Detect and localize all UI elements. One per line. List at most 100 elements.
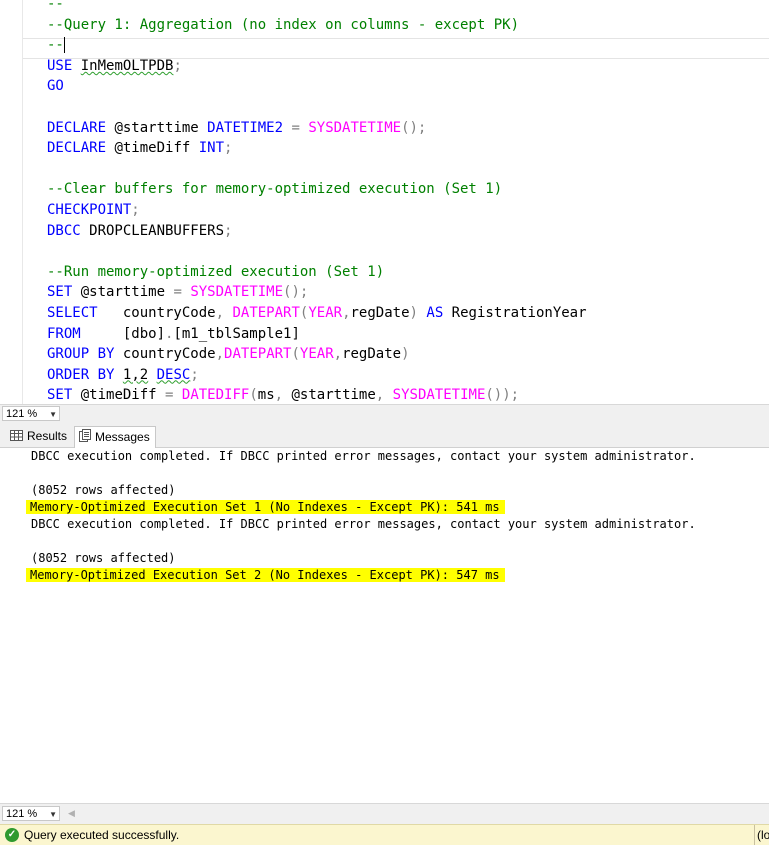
message-line: Memory-Optimized Execution Set 1 (No Ind…: [26, 499, 696, 516]
code-token: 1,2: [122, 366, 149, 383]
editor-zoom-bar: 121 % ▼: [0, 404, 769, 423]
chevron-down-icon: ▼: [49, 810, 57, 819]
code-token: SELECT: [47, 304, 98, 321]
grid-icon: [10, 427, 23, 447]
scroll-left-icon[interactable]: ◀: [68, 808, 75, 819]
code-line: DBCC DROPCLEANBUFFERS;: [47, 221, 587, 242]
code-line: --Run memory-optimized execution (Set 1): [47, 262, 587, 283]
messages-pane[interactable]: DBCC execution completed. If DBCC printe…: [0, 448, 769, 803]
code-token: DATEPART: [224, 346, 292, 363]
code-line: SELECT countryCode, DATEPART(YEAR,regDat…: [47, 303, 587, 324]
code-line: --Query 1: Aggregation (no index on colu…: [47, 15, 587, 36]
code-token: DATEPART: [232, 304, 300, 321]
code-token: (: [291, 346, 300, 363]
message-line: DBCC execution completed. If DBCC printe…: [31, 448, 696, 465]
code-token: ORDER: [47, 366, 90, 383]
code-token: ();: [401, 119, 427, 136]
message-line: [31, 465, 696, 482]
results-tabstrip: Results Messages: [0, 423, 769, 448]
code-token: USE: [47, 57, 73, 74]
code-token: DESC: [156, 366, 191, 383]
code-line: ORDER BY 1,2 DESC;: [47, 365, 587, 386]
code-token: ): [401, 346, 410, 363]
messages-text: DBCC execution completed. If DBCC printe…: [26, 448, 696, 584]
code-token: ;: [190, 366, 199, 383]
code-token: DATETIME2: [207, 119, 284, 136]
code-token: ,: [215, 346, 225, 363]
code-token: @starttime: [72, 284, 174, 301]
code-token: SYSDATETIME: [392, 387, 486, 404]
code-token: ;: [131, 201, 140, 218]
code-token: BY: [97, 346, 115, 363]
code-line: FROM [dbo].[m1_tblSample1]: [47, 324, 587, 345]
chevron-down-icon: ▼: [49, 410, 57, 419]
code-token: ,: [215, 304, 225, 321]
tab-messages-label: Messages: [95, 430, 150, 444]
code-line: --: [47, 0, 587, 15]
code-token: ,: [274, 387, 284, 404]
code-line: GROUP BY countryCode,DATEPART(YEAR,regDa…: [47, 344, 587, 365]
code-token: CHECKPOINT: [47, 201, 132, 218]
status-right-text: (lo: [754, 825, 769, 845]
message-line: (8052 rows affected): [31, 550, 696, 567]
code-token: regDate: [342, 346, 402, 363]
code-token: SYSDATETIME: [190, 284, 284, 301]
message-line: DBCC execution completed. If DBCC printe…: [31, 516, 696, 533]
code-token: regDate: [350, 304, 410, 321]
code-token: ,: [375, 387, 385, 404]
message-text: DBCC execution completed. If DBCC printe…: [31, 517, 696, 531]
message-line: Memory-Optimized Execution Set 2 (No Ind…: [26, 567, 696, 584]
message-line: [31, 533, 696, 550]
text-caret: [63, 37, 65, 54]
code-area[interactable]: -- --Query 1: Aggregation (no index on co…: [47, 0, 587, 404]
code-token: ,: [342, 304, 351, 321]
code-token: ;: [173, 57, 182, 74]
code-line: SET @timeDiff = DATEDIFF(ms, @starttime,…: [47, 385, 587, 404]
code-token: BY: [97, 366, 115, 383]
code-token: DBCC: [47, 222, 81, 239]
message-text: (8052 rows affected): [31, 551, 176, 565]
code-token: FROM: [47, 325, 81, 342]
message-line: (8052 rows affected): [31, 482, 696, 499]
highlighted-message: Memory-Optimized Execution Set 2 (No Ind…: [26, 568, 505, 582]
code-token: GROUP: [47, 346, 90, 363]
code-token: InMemOLTPDB: [80, 57, 174, 74]
code-token: DECLARE: [47, 119, 107, 136]
code-token: ;: [224, 140, 233, 157]
code-token: ): [409, 304, 418, 321]
tab-results[interactable]: Results: [6, 426, 72, 447]
code-token: @starttime: [283, 387, 376, 404]
code-token: DATEDIFF: [181, 387, 250, 404]
code-token: (: [249, 387, 258, 404]
code-line: DECLARE @timeDiff INT;: [47, 138, 587, 159]
highlighted-message: Memory-Optimized Execution Set 1 (No Ind…: [26, 500, 505, 514]
tab-messages[interactable]: Messages: [74, 426, 156, 448]
editor-zoom-select[interactable]: 121 % ▼: [2, 406, 60, 421]
code-token: SET: [47, 284, 73, 301]
code-token: @timeDiff: [72, 387, 166, 404]
messages-icon: [79, 428, 91, 448]
code-token: ms: [257, 387, 275, 404]
code-token: countryCode: [97, 304, 216, 321]
code-token: AS: [426, 304, 444, 321]
status-bar: ✓ Query executed successfully. (lo: [0, 824, 769, 845]
query-editor[interactable]: -- --Query 1: Aggregation (no index on co…: [0, 0, 769, 404]
code-token: [m1_tblSample1]: [173, 325, 300, 342]
code-token: DECLARE: [47, 140, 107, 157]
results-zoom-select[interactable]: 121 % ▼: [2, 806, 60, 821]
code-token: YEAR: [299, 346, 334, 363]
results-zoom-value: 121 %: [6, 808, 38, 820]
tab-results-label: Results: [27, 429, 68, 443]
code-token: YEAR: [308, 304, 343, 321]
code-token: ());: [485, 387, 520, 404]
code-token: =: [173, 284, 182, 301]
code-line: --: [47, 35, 587, 56]
code-token: --: [47, 37, 64, 54]
